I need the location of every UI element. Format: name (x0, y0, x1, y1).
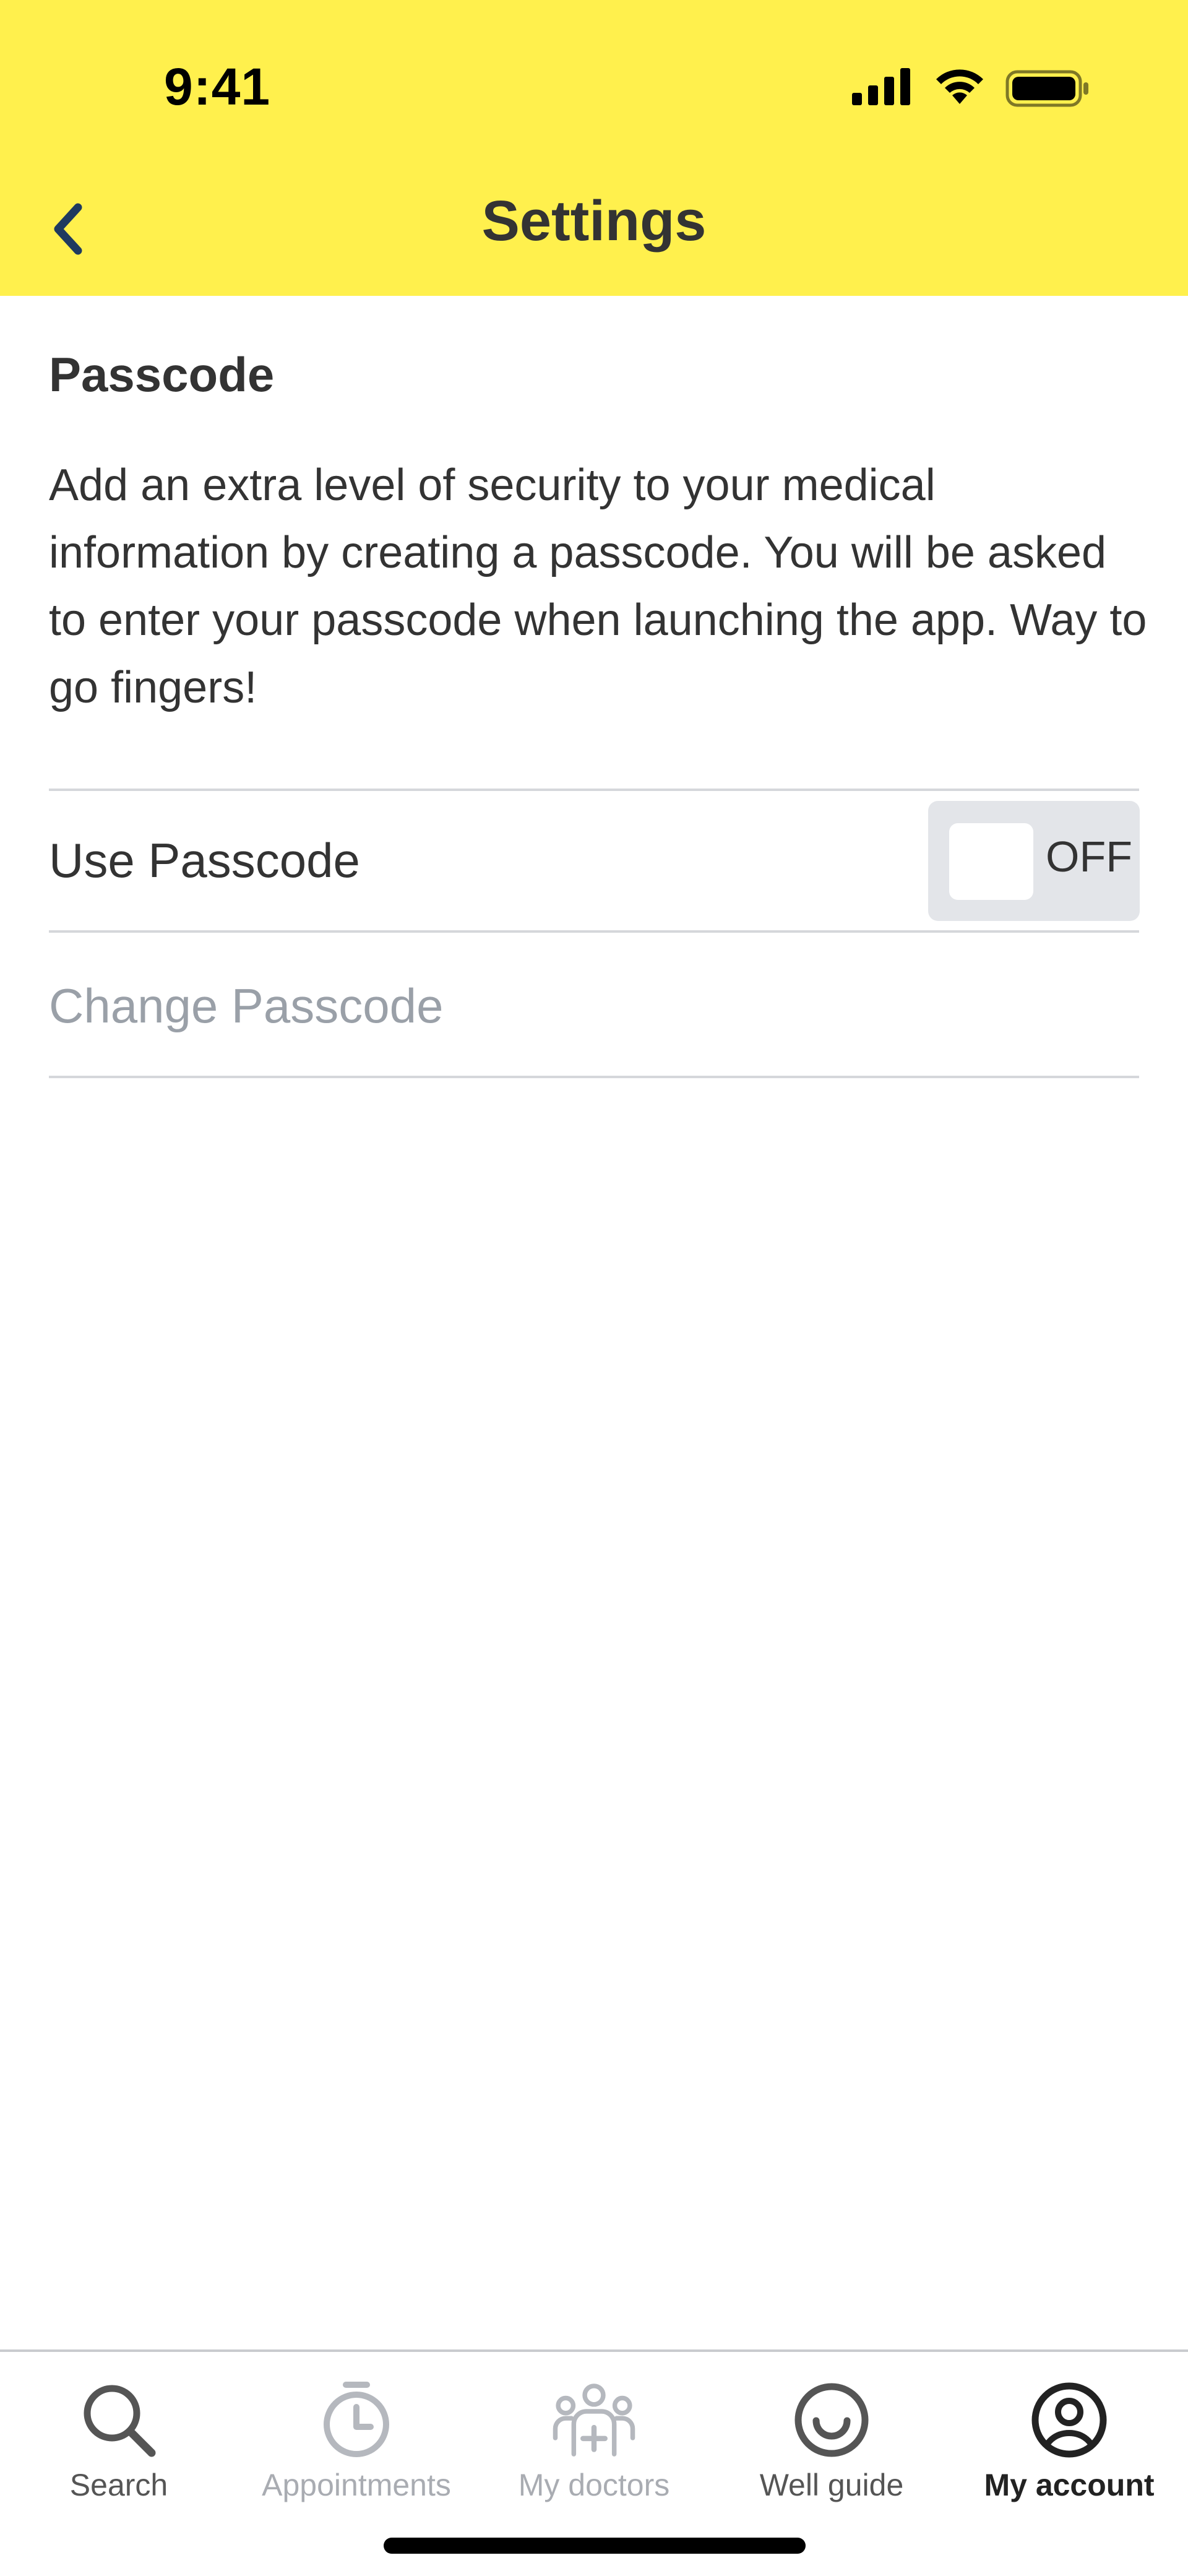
home-indicator (384, 2538, 806, 2554)
passcode-section-title: Passcode (49, 347, 275, 402)
toggle-knob (949, 823, 1033, 900)
tab-my-doctors[interactable]: My doctors (475, 2377, 713, 2519)
wifi-icon (936, 69, 983, 104)
divider (49, 1076, 1139, 1078)
passcode-description: Add an extra level of security to your m… (49, 460, 1147, 712)
change-passcode-button[interactable]: Change Passcode (49, 978, 443, 1034)
tab-label: Search (69, 2468, 168, 2502)
tabbar-divider (0, 2349, 1188, 2352)
tab-my-account[interactable]: My account (950, 2377, 1188, 2519)
account-icon (1026, 2377, 1113, 2463)
tab-search[interactable]: Search (0, 2377, 238, 2519)
battery-icon (1005, 70, 1088, 107)
settings-screen: 9:41 Settings Passcode Add an extra leve… (0, 0, 1188, 2576)
tab-label: Well guide (759, 2468, 904, 2502)
page-title: Settings (481, 189, 707, 253)
status-icons (851, 67, 1092, 110)
clock-icon (313, 2377, 400, 2463)
use-passcode-label: Use Passcode (49, 833, 360, 888)
tab-appointments[interactable]: Appointments (238, 2377, 475, 2519)
toggle-state-label: OFF (1046, 832, 1132, 881)
tab-label: My account (984, 2468, 1155, 2502)
search-icon (75, 2377, 162, 2463)
signal-icon (852, 68, 910, 105)
tab-well-guide[interactable]: Well guide (713, 2377, 950, 2519)
status-time: 9:41 (164, 58, 271, 116)
divider (49, 930, 1139, 933)
tab-label: Appointments (262, 2468, 451, 2502)
header: 9:41 Settings (0, 0, 1188, 296)
doctors-icon (551, 2377, 637, 2463)
use-passcode-toggle[interactable]: OFF (928, 801, 1140, 921)
smile-icon (788, 2377, 875, 2463)
tab-label: My doctors (518, 2468, 670, 2502)
divider (49, 789, 1139, 791)
